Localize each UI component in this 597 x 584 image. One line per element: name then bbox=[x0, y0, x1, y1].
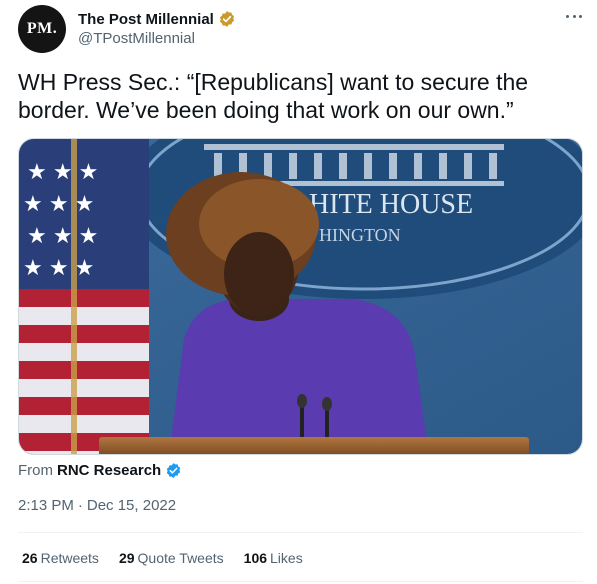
timestamp-date: Dec 15, 2022 bbox=[86, 497, 177, 514]
display-name[interactable]: The Post Millennial bbox=[78, 11, 214, 28]
video-still-image: HITE HOUSE HINGTON ★ ★ ★ ★ ★ ★ ★ ★ ★ ★ ★… bbox=[19, 139, 582, 454]
avatar-text: PM. bbox=[26, 20, 58, 37]
tweet-card: PM. The Post Millennial @TPostMillennial… bbox=[0, 0, 597, 584]
timestamp-separator: · bbox=[77, 497, 83, 514]
divider bbox=[18, 532, 583, 533]
svg-text:★ ★ ★: ★ ★ ★ bbox=[27, 159, 98, 184]
svg-text:★ ★ ★: ★ ★ ★ bbox=[23, 255, 94, 280]
backdrop-text-line2: HINGTON bbox=[319, 225, 401, 245]
likes-stat[interactable]: 106 Likes bbox=[244, 550, 303, 566]
author-name-row: The Post Millennial bbox=[78, 9, 236, 29]
retweets-stat[interactable]: 26 Retweets bbox=[22, 550, 99, 566]
attribution-label: From bbox=[18, 461, 53, 479]
quote-tweets-stat[interactable]: 29 Quote Tweets bbox=[119, 550, 224, 566]
media-attribution: From RNC Research bbox=[18, 461, 182, 479]
tweet-media-video[interactable]: HITE HOUSE HINGTON ★ ★ ★ ★ ★ ★ ★ ★ ★ ★ ★… bbox=[18, 138, 583, 455]
quotes-count: 29 bbox=[118, 550, 135, 566]
backdrop-text-line1: HITE HOUSE bbox=[309, 189, 473, 220]
flag-graphic: ★ ★ ★ ★ ★ ★ ★ ★ ★ ★ ★ ★ bbox=[19, 139, 149, 454]
verified-badge-icon bbox=[167, 462, 181, 478]
attribution-source-link[interactable]: RNC Research bbox=[57, 462, 161, 479]
divider bbox=[18, 581, 583, 582]
more-options-icon[interactable] bbox=[562, 6, 586, 26]
tweet-text: WH Press Sec.: “[Republicans] want to se… bbox=[18, 69, 529, 123]
svg-text:★ ★ ★: ★ ★ ★ bbox=[23, 191, 94, 216]
avatar[interactable]: PM. bbox=[18, 5, 66, 53]
likes-label: Likes bbox=[270, 550, 303, 566]
quotes-label: Quote Tweets bbox=[137, 550, 224, 566]
verified-badge-icon bbox=[219, 11, 234, 27]
tweet-timestamp[interactable]: 2:13 PM · Dec 15, 2022 bbox=[18, 497, 176, 514]
timestamp-time: 2:13 PM bbox=[18, 497, 74, 514]
likes-count: 106 bbox=[243, 550, 268, 566]
engagement-stats: 26 Retweets 29 Quote Tweets 106 Likes bbox=[22, 550, 323, 566]
retweets-count: 26 bbox=[22, 550, 38, 566]
retweets-label: Retweets bbox=[40, 550, 99, 566]
author-handle[interactable]: @TPostMillennial bbox=[78, 30, 195, 47]
svg-text:★ ★ ★: ★ ★ ★ bbox=[27, 223, 98, 248]
